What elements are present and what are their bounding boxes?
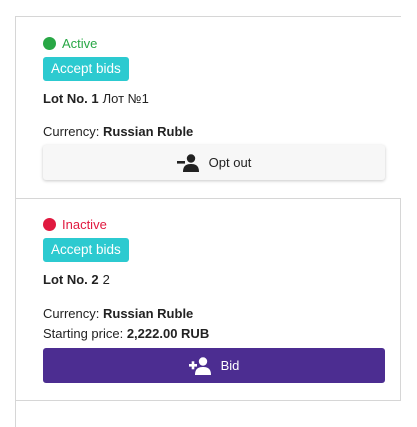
currency-label: Currency:: [43, 124, 100, 139]
lot-card: Inactive Accept bids Lot No. 22 Currency…: [43, 216, 385, 386]
currency-row: Currency: Russian Ruble: [43, 124, 385, 140]
user-minus-icon: [176, 153, 199, 172]
currency-value: Russian Ruble: [102, 124, 194, 139]
lot-title: Lot No. 22: [43, 272, 385, 288]
status-label: Inactive: [62, 216, 107, 232]
bid-button[interactable]: Bid: [43, 348, 385, 383]
status-indicator: Active: [43, 35, 385, 51]
currency-label: Currency:: [43, 306, 100, 321]
lot-name: Лот №1: [102, 91, 149, 106]
accept-bids-badge: Accept bids: [43, 238, 129, 262]
active-status-dot: [43, 36, 56, 50]
right-edge-divider: [400, 198, 401, 400]
opt-out-button[interactable]: Opt out: [43, 145, 385, 180]
bid-label: Bid: [220, 358, 240, 373]
top-divider: [15, 16, 401, 17]
lot-title: Lot No. 1 Лот №1: [43, 91, 385, 107]
user-plus-icon: [188, 356, 211, 375]
status-indicator: Inactive: [43, 216, 385, 232]
lot-number: Lot No. 2: [43, 272, 99, 287]
left-edge-divider: [15, 16, 16, 427]
starting-price-value: 2,222.00 RUB: [126, 326, 210, 341]
currency-value: Russian Ruble: [102, 306, 194, 321]
starting-price-label: Starting price:: [43, 326, 124, 341]
lot-card: Active Accept bids Lot No. 1 Лот №1 Curre…: [43, 35, 385, 185]
accept-bids-badge: Accept bids: [43, 57, 129, 81]
lot-separator: [15, 198, 401, 199]
lot-number: Lot No. 1: [43, 91, 99, 106]
lot-name: 2: [102, 272, 110, 287]
opt-out-label: Opt out: [208, 155, 252, 170]
currency-row: Currency: Russian Ruble: [43, 306, 385, 322]
bottom-divider: [15, 400, 401, 401]
status-label: Active: [62, 35, 98, 51]
starting-price-row: Starting price: 2,222.00 RUB: [43, 326, 385, 342]
inactive-status-dot: [43, 217, 56, 231]
